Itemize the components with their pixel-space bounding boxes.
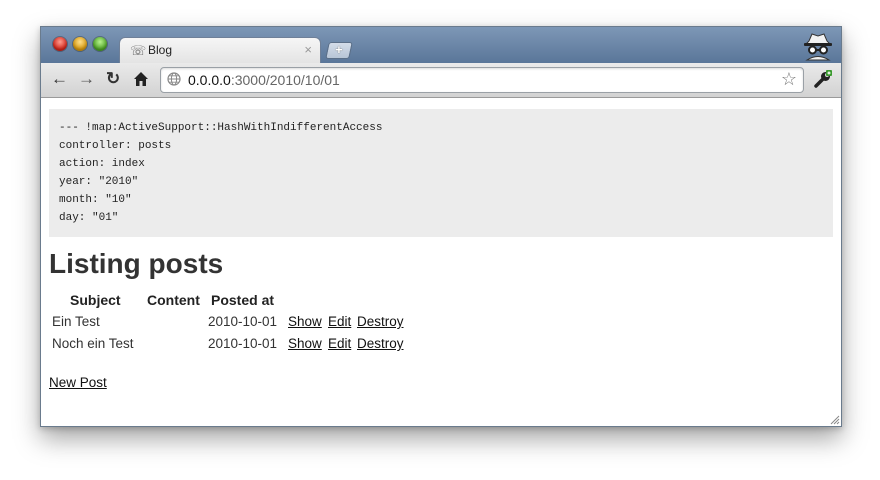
post-subject: Ein Test: [52, 314, 100, 329]
params-debug-box: --- !map:ActiveSupport::HashWithIndiffer…: [49, 109, 833, 237]
page-content: --- !map:ActiveSupport::HashWithIndiffer…: [41, 98, 841, 426]
page-favicon-icon: ☏: [130, 43, 147, 58]
show-link[interactable]: Show: [288, 314, 322, 329]
title-bar: ☏ Blog × +: [41, 27, 841, 64]
params-line: action: index: [59, 158, 145, 170]
address-bar[interactable]: 0.0.0.0:3000/2010/10/01 ☆: [160, 67, 804, 93]
column-header-subject: Subject: [70, 292, 121, 308]
params-line: month: "10": [59, 194, 132, 206]
show-link[interactable]: Show: [288, 336, 322, 351]
destroy-link[interactable]: Destroy: [357, 336, 404, 351]
resize-grip-icon[interactable]: [828, 413, 840, 425]
url-path: :3000/2010/10/01: [230, 72, 340, 88]
tab-close-icon[interactable]: ×: [304, 42, 312, 57]
tab-blog[interactable]: ☏ Blog ×: [119, 37, 321, 64]
bookmark-star-icon[interactable]: ☆: [781, 69, 797, 90]
page-title: Listing posts: [49, 248, 224, 279]
column-header-posted-at: Posted at: [211, 292, 275, 308]
new-tab-button[interactable]: +: [325, 42, 353, 59]
maximize-window-button[interactable]: [93, 37, 107, 51]
post-subject: Noch ein Test: [52, 336, 134, 351]
close-window-button[interactable]: [53, 37, 67, 51]
wrench-icon[interactable]: [813, 69, 833, 89]
browser-toolbar: ← → ↻ 0.0.0.0:3000/2010/10/01 ☆: [41, 63, 841, 98]
params-line: --- !map:ActiveSupport::HashWithIndiffer…: [59, 122, 383, 134]
params-line: day: "01": [59, 212, 119, 224]
edit-link[interactable]: Edit: [328, 336, 351, 351]
new-post-link[interactable]: New Post: [49, 375, 107, 390]
url-text: 0.0.0.0:3000/2010/10/01: [188, 72, 340, 88]
tab-title: Blog: [148, 43, 173, 57]
params-line: controller: posts: [59, 140, 172, 152]
minimize-window-button[interactable]: [73, 37, 87, 51]
reload-icon[interactable]: ↻: [106, 70, 120, 88]
post-date: 2010-10-01: [208, 314, 278, 329]
back-arrow-icon[interactable]: ←: [51, 70, 68, 88]
params-line: year: "2010": [59, 176, 139, 188]
browser-window: ☏ Blog × + ← → ↻ 0.0.0.0:3000/2010/10/01…: [40, 26, 842, 427]
globe-icon: [167, 72, 181, 86]
home-icon[interactable]: [133, 71, 149, 87]
new-tab-label: +: [335, 42, 343, 57]
column-header-content: Content: [147, 292, 200, 308]
incognito-icon: [804, 33, 832, 61]
edit-link[interactable]: Edit: [328, 314, 351, 329]
post-date: 2010-10-01: [208, 336, 278, 351]
forward-arrow-icon[interactable]: →: [78, 70, 95, 88]
destroy-link[interactable]: Destroy: [357, 314, 404, 329]
url-host: 0.0.0.0: [188, 72, 231, 88]
